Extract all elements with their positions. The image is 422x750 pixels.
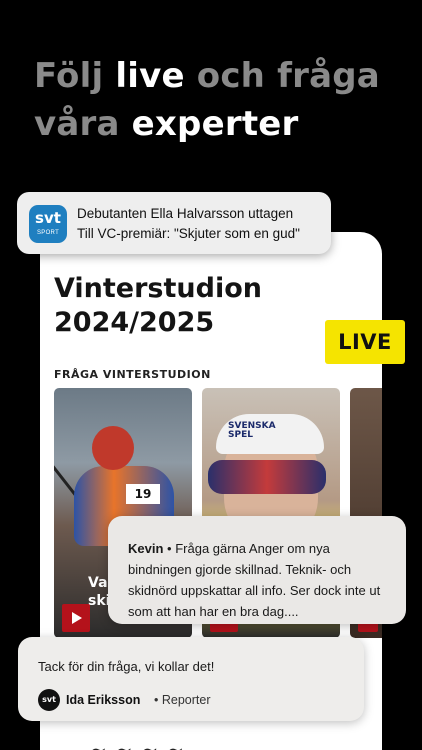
- page-title-line-2: 2024/2025: [54, 307, 215, 338]
- avatar: svt: [38, 689, 60, 711]
- headline-word: och fråga: [196, 56, 380, 96]
- reply-author-role: • Reporter: [154, 693, 211, 707]
- live-badge: LIVE: [325, 320, 405, 364]
- race-bib: 19: [126, 484, 160, 504]
- section-label: FRÅGA VINTERSTUDION: [54, 368, 211, 381]
- peek-text-fragment: ~ ~ ~ ~: [90, 738, 185, 750]
- page-title: Vinterstudion 2024/2025: [54, 272, 354, 340]
- headline-highlight: live: [115, 56, 185, 96]
- promo-headline: Följ live och fråga våra experter: [34, 52, 380, 148]
- app-icon-logo: svt: [35, 209, 61, 227]
- page-title-line-1: Vinterstudion: [54, 273, 262, 304]
- comment-separator: •: [167, 541, 172, 556]
- reply-author-name: Ida Eriksson: [66, 693, 141, 707]
- headline-word: våra: [34, 104, 120, 144]
- headline-line-2: våra experter: [34, 100, 380, 148]
- push-notification[interactable]: svt SPORT Debutanten Ella Halvarsson utt…: [17, 192, 331, 254]
- headline-line-1: Följ live och fråga: [34, 52, 380, 100]
- headline-word: Följ: [34, 56, 104, 96]
- headline-highlight: experter: [131, 104, 299, 144]
- play-icon[interactable]: [62, 604, 90, 632]
- app-icon-sub: SPORT: [36, 230, 60, 236]
- svt-sport-app-icon: svt SPORT: [29, 205, 67, 243]
- comment-text: Fråga gärna Anger om nya bindningen gjor…: [128, 541, 381, 619]
- notification-body: Till VC-premiär: "Skjuter som en gud": [77, 226, 300, 241]
- notification-title: Debutanten Ella Halvarsson uttagen: [77, 206, 294, 221]
- content-peek: ~ ~ ~ ~: [40, 730, 382, 750]
- comment-author: Kevin: [128, 541, 164, 556]
- viewer-question-bubble: Kevin • Fråga gärna Anger om nya bindnin…: [108, 516, 406, 624]
- skier-helmet-shape: [92, 426, 134, 470]
- reply-text: Tack för din fråga, vi kollar det!: [38, 659, 215, 674]
- goggles-shape: [208, 460, 326, 494]
- headband-logo-text: SVENSKA SPEL: [228, 421, 276, 440]
- reporter-reply-bubble: Tack för din fråga, vi kollar det! svt I…: [18, 637, 364, 721]
